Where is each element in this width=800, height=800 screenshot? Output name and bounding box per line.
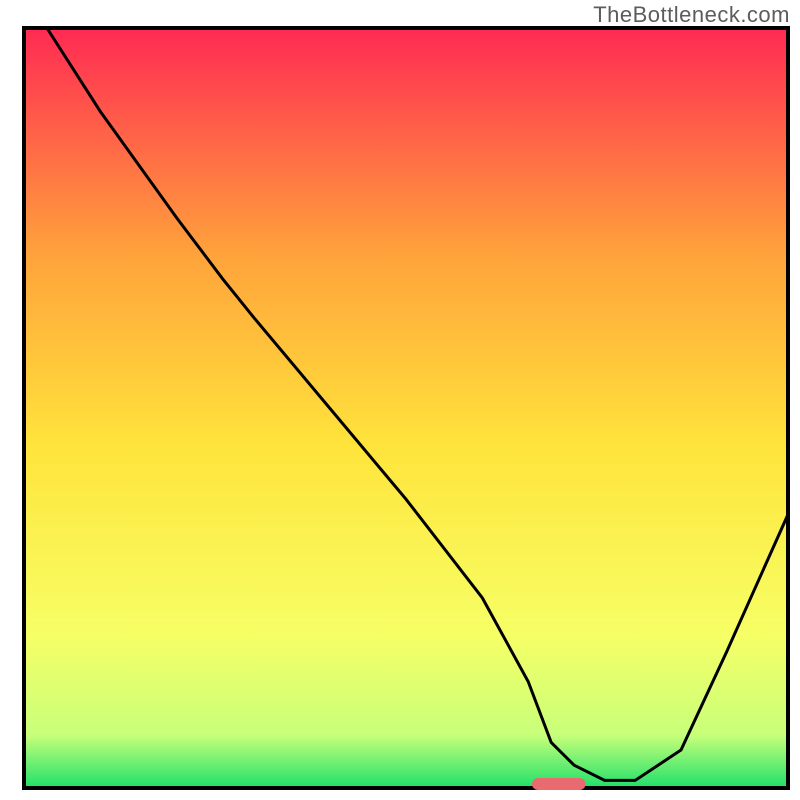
gradient-background [24,28,788,788]
minimum-marker [532,778,585,790]
bottleneck-chart: TheBottleneck.com [0,0,800,800]
chart-svg [0,0,800,800]
watermark-label: TheBottleneck.com [593,2,790,28]
